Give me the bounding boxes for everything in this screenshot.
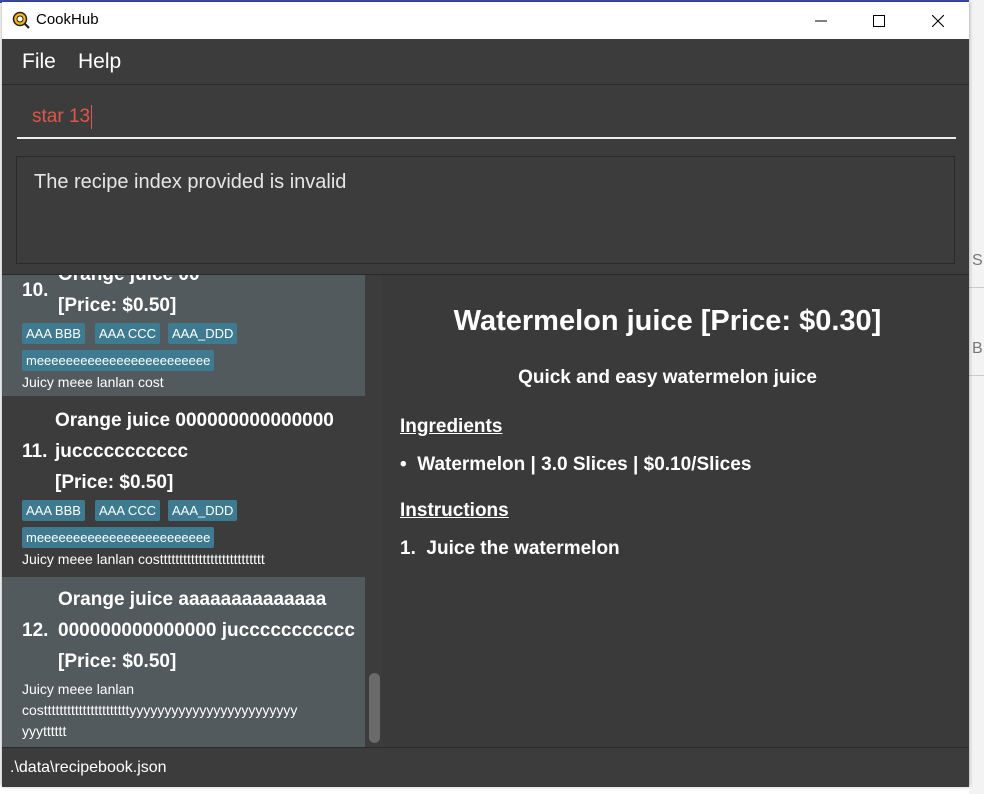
minimize-button[interactable] bbox=[792, 2, 850, 39]
recipe-price: [Price: $0.50] bbox=[58, 651, 177, 672]
background-divider bbox=[969, 287, 984, 288]
close-button[interactable] bbox=[909, 2, 967, 39]
recipe-name-line: juccccccccccc bbox=[55, 441, 189, 462]
recipe-tag: AAA BBB bbox=[22, 500, 85, 521]
window-title: CookHub bbox=[36, 11, 99, 28]
result-message: The recipe index provided is invalid bbox=[34, 171, 347, 193]
instructions-heading: Instructions bbox=[400, 500, 509, 521]
ingredient-item: • Watermelon | 3.0 Slices | $0.10/Slices bbox=[400, 454, 751, 476]
close-icon bbox=[932, 14, 944, 27]
recipe-index: 10. bbox=[22, 280, 49, 301]
recipe-list[interactable]: Orange juice 00 10. [Price: $0.50] AAA B… bbox=[2, 274, 382, 748]
recipe-description: costtttttttttttttttttttttyyyyyyyyyyyyyyy… bbox=[22, 702, 298, 718]
recipe-price: [Price: $0.50] bbox=[58, 295, 177, 316]
background-divider bbox=[969, 375, 984, 376]
result-display[interactable]: The recipe index provided is invalid bbox=[16, 156, 955, 264]
recipe-tag: AAA CCC bbox=[95, 323, 161, 344]
recipe-name-line: Orange juice 00 bbox=[58, 274, 200, 285]
recipe-card[interactable]: Orange juice 000000000000000 11. juccccc… bbox=[2, 397, 365, 577]
recipe-description: Juicy meee lanlan bbox=[22, 681, 135, 697]
text-caret bbox=[91, 104, 93, 129]
background-window-edge: S B bbox=[969, 0, 984, 794]
recipe-tag: AAA_DDD bbox=[168, 323, 238, 344]
recipe-card[interactable]: Orange juice aaaaaaaaaaaaaa 12. 00000000… bbox=[2, 577, 365, 748]
menu-file[interactable]: File bbox=[22, 50, 56, 74]
bullet-icon: • bbox=[400, 454, 407, 475]
recipe-detail-panel: Watermelon juice [Price: $0.30] Quick an… bbox=[382, 274, 969, 748]
command-input[interactable]: star 13 bbox=[17, 95, 956, 139]
recipe-description: Juicy meee lanlan cost bbox=[22, 374, 164, 390]
recipe-detail-description: Quick and easy watermelon juice bbox=[518, 367, 817, 388]
command-text: star 13 bbox=[32, 106, 91, 127]
step-number: 1. bbox=[400, 538, 416, 559]
recipe-name-line: Orange juice aaaaaaaaaaaaaa bbox=[58, 589, 327, 610]
command-area: star 13 bbox=[2, 85, 969, 151]
recipe-tag: meeeeeeeeeeeeeeeeeeeeeeee bbox=[22, 527, 215, 548]
maximize-button[interactable] bbox=[850, 2, 908, 39]
ingredient-text: Watermelon | 3.0 Slices | $0.10/Slices bbox=[417, 454, 752, 475]
cookhub-logo-icon bbox=[12, 11, 30, 29]
menu-help[interactable]: Help bbox=[78, 50, 121, 74]
background-text: S bbox=[972, 252, 983, 269]
recipe-tag: AAA BBB bbox=[22, 323, 85, 344]
recipe-tag: AAA_DDD bbox=[168, 500, 238, 521]
recipe-description: Juicy meee lanlan costtttttttttttttttttt… bbox=[22, 551, 265, 567]
recipe-tag: meeeeeeeeeeeeeeeeeeeeeeee bbox=[22, 350, 215, 371]
recipe-description: yyytttttt bbox=[22, 723, 67, 739]
maximize-icon bbox=[873, 14, 885, 27]
recipe-tag: AAA CCC bbox=[95, 500, 161, 521]
recipe-price: [Price: $0.50] bbox=[55, 472, 174, 493]
recipe-card[interactable]: Orange juice 00 10. [Price: $0.50] AAA B… bbox=[2, 274, 365, 396]
app-window: CookHub File Help star 13 The recipe ind… bbox=[2, 2, 969, 787]
title-bar[interactable]: CookHub bbox=[2, 2, 969, 39]
recipe-name-line: Orange juice 000000000000000 bbox=[55, 410, 334, 431]
recipe-index: 12. bbox=[22, 620, 49, 641]
status-bar: .\data\recipebook.json bbox=[2, 747, 969, 787]
background-text: B bbox=[972, 340, 983, 357]
instruction-text: Juice the watermelon bbox=[426, 538, 620, 559]
ingredients-heading: Ingredients bbox=[400, 416, 503, 437]
list-scroll-thumb[interactable] bbox=[369, 673, 380, 743]
instruction-step: 1. Juice the watermelon bbox=[400, 538, 620, 560]
minimize-icon bbox=[815, 20, 827, 21]
recipe-index: 11. bbox=[22, 441, 48, 462]
menu-bar: File Help bbox=[2, 39, 969, 85]
recipe-name-line: 000000000000000 juccccccccccc bbox=[58, 620, 355, 641]
result-area: The recipe index provided is invalid bbox=[2, 152, 969, 272]
recipe-detail-title: Watermelon juice [Price: $0.30] bbox=[453, 305, 882, 337]
save-file-path: .\data\recipebook.json bbox=[10, 759, 167, 776]
